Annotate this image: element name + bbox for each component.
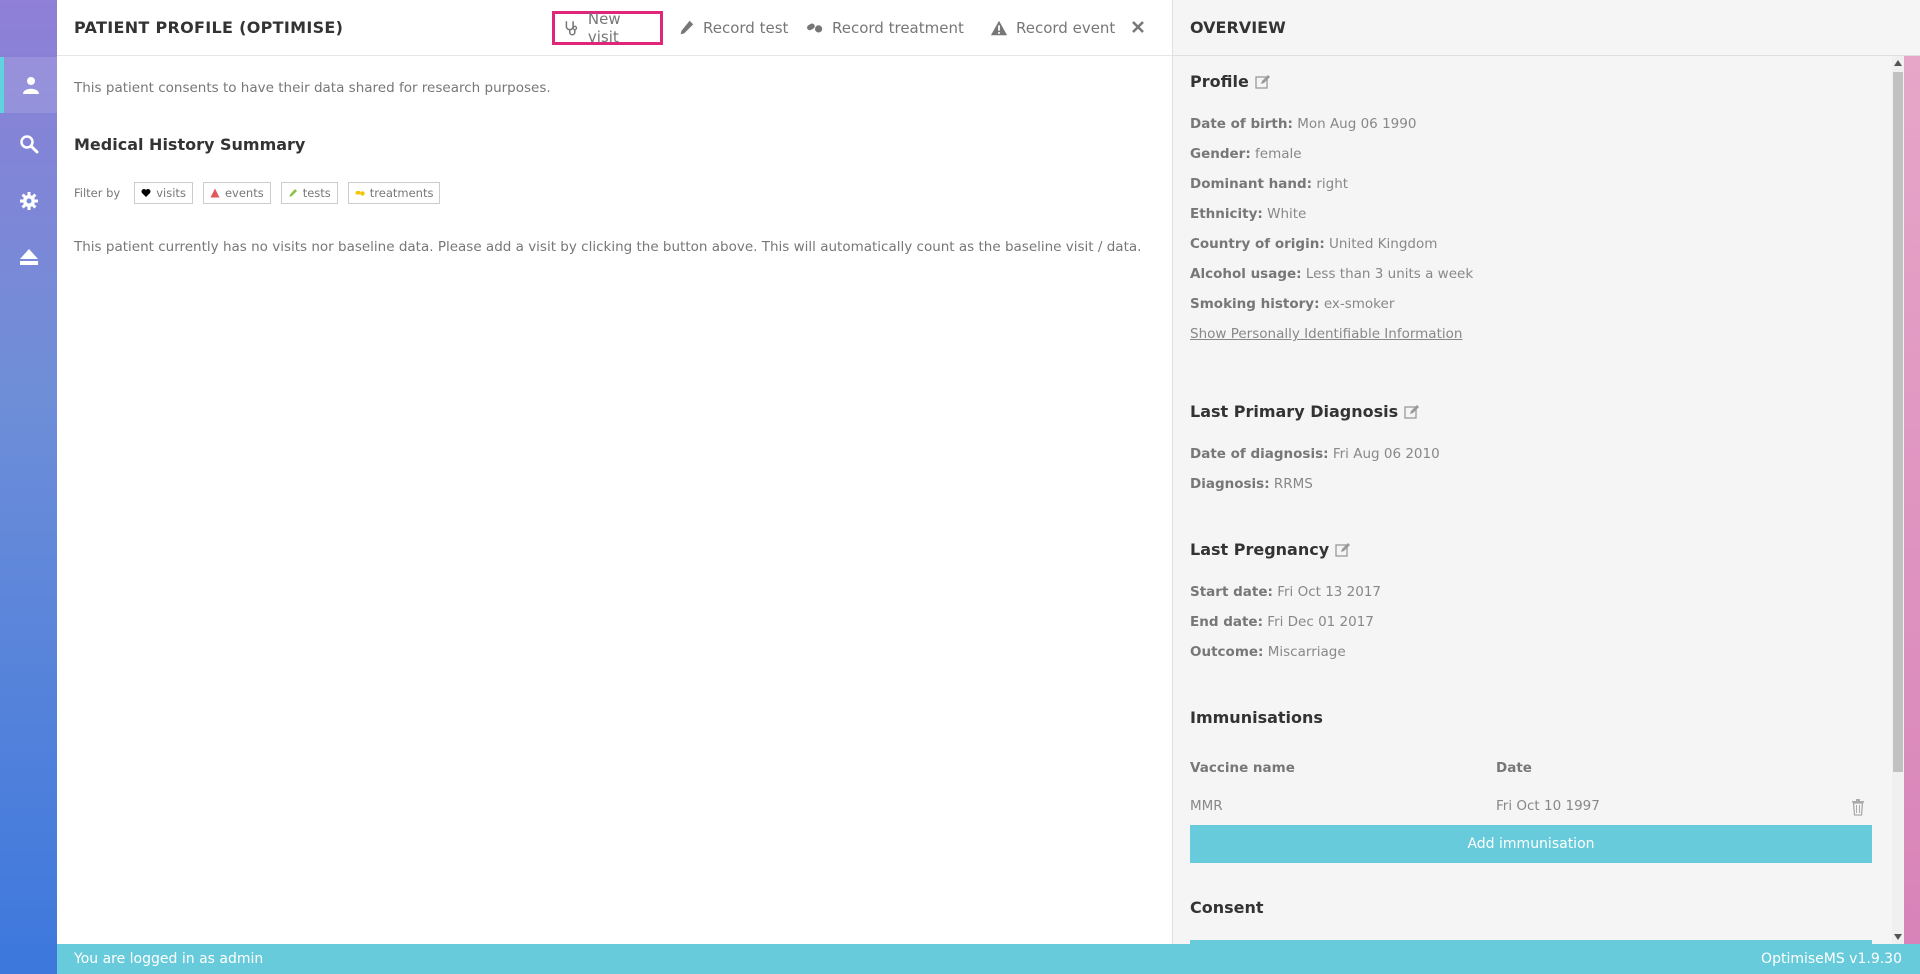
eyedropper-icon	[680, 20, 694, 35]
profile-alcohol: Alcohol usage: Less than 3 units a week	[1190, 266, 1474, 282]
warning-icon	[210, 188, 220, 198]
edit-icon[interactable]	[1404, 404, 1420, 420]
diagnosis-type: Diagnosis: RRMS	[1190, 476, 1313, 492]
close-button[interactable]	[1126, 14, 1150, 40]
edit-icon[interactable]	[1335, 542, 1351, 558]
search-icon	[19, 135, 38, 154]
scroll-thumb[interactable]	[1893, 72, 1903, 772]
filter-tests[interactable]: tests	[280, 182, 338, 204]
overview-header: OVERVIEW	[1173, 0, 1920, 56]
nav-logout[interactable]	[0, 229, 57, 285]
filter-events-label: events	[224, 186, 264, 200]
consent-title: Consent	[1190, 898, 1264, 917]
diagnosis-heading: Last Primary Diagnosis	[1190, 402, 1420, 421]
immunisation-date: Fri Oct 10 1997	[1496, 798, 1600, 814]
stethoscope-icon	[565, 21, 578, 36]
medical-history-title: Medical History Summary	[74, 135, 306, 154]
nav-patient-profile[interactable]	[0, 57, 57, 113]
immunisations-heading: Immunisations	[1190, 708, 1323, 727]
trash-icon[interactable]	[1850, 798, 1866, 816]
profile-ethnicity: Ethnicity: White	[1190, 206, 1307, 222]
filter-visits-label: visits	[156, 186, 186, 200]
new-visit-label: New visit	[587, 10, 621, 46]
overview-body: Profile Date of birth: Mon Aug 06 1990 G…	[1190, 56, 1872, 944]
no-visit-message: This patient currently has no visits nor…	[74, 239, 1142, 255]
logged-in-status: You are logged in as admin	[74, 951, 264, 967]
show-pii-link[interactable]: Show Personally Identifiable Information	[1190, 326, 1462, 342]
record-test-label: Record test	[703, 19, 789, 37]
eyedropper-icon	[289, 189, 297, 197]
profile-title: Profile	[1190, 72, 1249, 91]
scroll-up-arrow[interactable]	[1892, 56, 1904, 70]
new-visit-button[interactable]: New visit	[552, 10, 663, 46]
panel-header: PATIENT PROFILE (OPTIMISE) New visit Rec…	[57, 0, 1172, 56]
side-nav-rail	[0, 0, 57, 974]
add-immunisation-button[interactable]: Add immunisation	[1190, 825, 1872, 863]
profile-heading: Profile	[1190, 72, 1271, 91]
record-treatment-button[interactable]: Record treatment	[798, 11, 972, 45]
triangle-down-icon	[1894, 934, 1902, 940]
consent-statement: This patient consents to have their data…	[74, 80, 551, 96]
gear-icon	[19, 192, 38, 210]
col-date: Date	[1496, 760, 1532, 776]
record-event-button[interactable]: Record event	[982, 11, 1123, 45]
profile-dob: Date of birth: Mon Aug 06 1990	[1190, 116, 1417, 132]
pregnancy-heading: Last Pregnancy	[1190, 540, 1351, 559]
record-treatment-label: Record treatment	[832, 19, 964, 37]
immunisations-title: Immunisations	[1190, 708, 1323, 727]
app-version: OptimiseMS v1.9.30	[1761, 951, 1902, 967]
record-event-label: Record event	[1016, 19, 1116, 37]
pills-icon	[355, 191, 365, 196]
filter-events[interactable]: events	[202, 182, 271, 204]
profile-smoking: Smoking history: ex-smoker	[1190, 296, 1395, 312]
patient-profile-panel: PATIENT PROFILE (OPTIMISE) New visit Rec…	[57, 0, 1172, 944]
filter-visits[interactable]: visits	[134, 182, 193, 204]
pregnancy-title: Last Pregnancy	[1190, 540, 1330, 559]
nav-settings[interactable]	[0, 173, 57, 229]
profile-country: Country of origin: United Kingdom	[1190, 236, 1438, 252]
overview-panel: OVERVIEW Profile Date of birth: Mon Aug …	[1172, 0, 1920, 944]
nav-search[interactable]	[0, 116, 57, 172]
filter-bar: Filter by visits events tests treatments	[74, 182, 441, 204]
profile-gender: Gender: female	[1190, 146, 1302, 162]
page-title: PATIENT PROFILE (OPTIMISE)	[74, 18, 344, 37]
record-test-button[interactable]: Record test	[669, 11, 796, 45]
consent-heading: Consent	[1190, 898, 1264, 917]
close-icon	[1132, 21, 1144, 33]
heart-icon	[141, 189, 151, 197]
filter-label: Filter by	[74, 186, 121, 200]
edit-icon[interactable]	[1255, 74, 1271, 90]
triangle-up-icon	[1894, 60, 1902, 66]
warning-icon	[990, 20, 1008, 36]
eject-icon	[19, 249, 38, 265]
pregnancy-end: End date: Fri Dec 01 2017	[1190, 614, 1374, 630]
overview-scrollbar[interactable]	[1892, 56, 1904, 944]
diagnosis-date: Date of diagnosis: Fri Aug 06 2010	[1190, 446, 1440, 462]
footer-rail-strip	[0, 944, 57, 974]
user-icon	[22, 77, 39, 94]
diagnosis-title: Last Primary Diagnosis	[1190, 402, 1399, 421]
overview-title: OVERVIEW	[1190, 18, 1286, 37]
immunisation-vaccine: MMR	[1190, 798, 1223, 814]
status-footer: You are logged in as admin OptimiseMS v1…	[57, 944, 1920, 974]
window-edge	[1904, 56, 1920, 944]
filter-treatments-label: treatments	[369, 186, 434, 200]
filter-treatments[interactable]: treatments	[347, 182, 441, 204]
pregnancy-outcome: Outcome: Miscarriage	[1190, 644, 1346, 660]
pregnancy-start: Start date: Fri Oct 13 2017	[1190, 584, 1382, 600]
filter-tests-label: tests	[302, 186, 331, 200]
profile-dominant-hand: Dominant hand: right	[1190, 176, 1349, 192]
scroll-down-arrow[interactable]	[1892, 930, 1904, 944]
pills-icon	[807, 23, 823, 33]
col-vaccine-name: Vaccine name	[1190, 760, 1295, 776]
